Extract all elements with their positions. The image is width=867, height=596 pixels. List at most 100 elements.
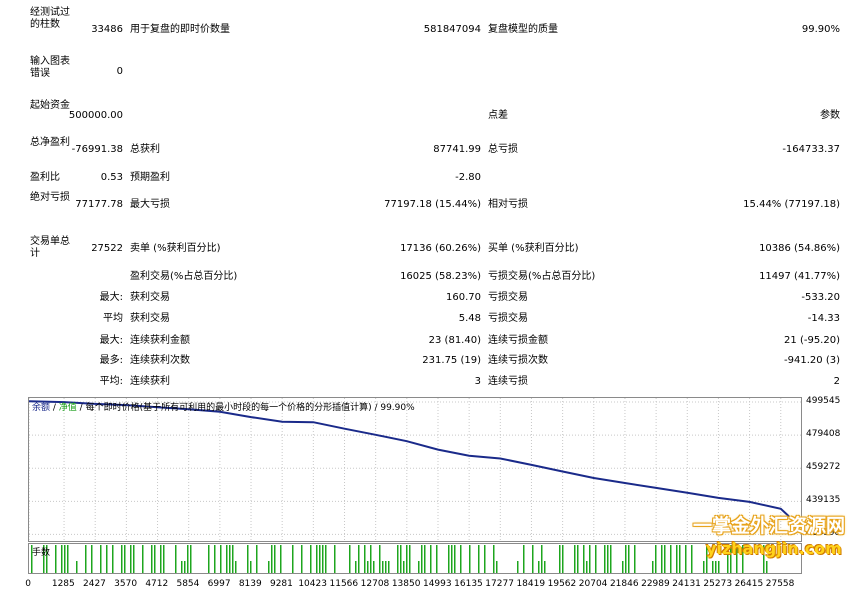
volume-bar xyxy=(232,545,234,573)
volume-bar xyxy=(397,545,399,573)
volume-bar xyxy=(334,545,336,573)
volume-bar xyxy=(151,545,153,573)
max-consecutive-wins-label: 连续获利金额 xyxy=(130,335,190,346)
volume-bar xyxy=(163,545,165,573)
relative-drawdown-label: 相对亏损 xyxy=(488,199,528,210)
volume-bar xyxy=(436,545,438,573)
volume-bar xyxy=(766,561,768,573)
balance-chart: 余额 / 净值 / 每个即时价格(基于所有可利用的最小时段的每一个价格的分形插值… xyxy=(28,397,802,542)
volume-bar xyxy=(214,545,216,573)
volume-bar xyxy=(670,545,672,573)
average-prefix: 平均 xyxy=(103,313,123,324)
volume-bar xyxy=(61,545,63,573)
volume-bar xyxy=(625,545,627,573)
volume-bar xyxy=(379,545,381,573)
volume-bar xyxy=(655,545,657,573)
volume-bar xyxy=(493,545,495,573)
average-profit-label: 获利交易 xyxy=(130,313,170,324)
quality-value: 99.90% xyxy=(801,24,840,35)
volume-bar xyxy=(469,545,471,573)
loss-trades-label: 亏损交易(%占总百分比) xyxy=(488,271,596,282)
volume-bar xyxy=(424,545,426,573)
volume-bar xyxy=(604,545,606,573)
volume-bar xyxy=(187,545,189,573)
bars-value: 33486 xyxy=(91,24,123,35)
gross-loss-label: 总亏损 xyxy=(488,144,518,155)
maximal-drawdown-label: 最大亏损 xyxy=(130,199,170,210)
ticks-label: 用于复盘的即时价数量 xyxy=(130,24,230,35)
volume-bar xyxy=(250,561,252,573)
profit-trades-label: 盈利交易(%占总百分比) xyxy=(130,271,238,282)
volume-bar xyxy=(451,545,453,573)
volume-bar xyxy=(370,545,372,573)
volume-bar xyxy=(406,545,408,573)
largest-loss-label: 亏损交易 xyxy=(488,292,528,303)
most-prefix: 最多: xyxy=(99,355,123,366)
x-tick-label: 19562 xyxy=(547,579,577,589)
mismatch-value: 0 xyxy=(116,66,123,77)
volume-bar xyxy=(595,545,597,573)
watermark-title: 一掌金外汇资源网 xyxy=(693,515,846,537)
volume-bar xyxy=(418,561,420,573)
volume-bar xyxy=(256,545,258,573)
volume-bar xyxy=(712,561,714,573)
chart-title: 余额 / 净值 / 每个即时价格(基于所有可利用的最小时段的每一个价格的分形插值… xyxy=(32,400,415,413)
x-tick-label: 10423 xyxy=(298,579,327,589)
volume-bar xyxy=(85,545,87,573)
chart-title-balance: 余额 xyxy=(32,403,51,413)
x-tick-label: 9281 xyxy=(269,579,293,589)
average-consecutive-losses-label: 连续亏损 xyxy=(488,376,528,387)
deposit-value: 500000.00 xyxy=(68,110,123,121)
loss-trades-value: 11497 (41.77%) xyxy=(759,271,840,282)
x-tick-label: 6997 xyxy=(207,579,231,589)
average-loss-label: 亏损交易 xyxy=(488,313,528,324)
volume-bar xyxy=(130,545,132,573)
average-loss-value: -14.33 xyxy=(807,313,840,324)
chart-title-separator: / xyxy=(50,403,59,413)
volume-bar xyxy=(322,545,324,573)
profit-factor-label: 盈利比 xyxy=(30,172,60,183)
long-positions-value: 10386 (54.86%) xyxy=(759,243,840,254)
volume-bar xyxy=(247,545,249,573)
largest-loss-value: -533.20 xyxy=(801,292,840,303)
volume-bar xyxy=(100,545,102,573)
x-tick-label: 12708 xyxy=(360,579,390,589)
x-tick-label: 11566 xyxy=(329,579,359,589)
max-consecutive-profit-value: 231.75 (19) xyxy=(422,355,481,366)
volume-bar xyxy=(274,545,276,573)
volume-bar xyxy=(430,545,432,573)
volume-bar xyxy=(715,561,717,573)
volume-bar xyxy=(589,545,591,573)
volume-bar xyxy=(538,561,540,573)
volume-bar xyxy=(235,561,237,573)
balance-chart-plot xyxy=(29,398,801,541)
x-tick-label: 26415 xyxy=(734,579,764,589)
x-tick-label: 1285 xyxy=(51,579,75,589)
x-tick-label: 0 xyxy=(25,579,31,589)
volume-bar xyxy=(691,545,693,573)
chart-title-equity: 净值 xyxy=(58,403,77,413)
volume-bar xyxy=(271,545,273,573)
x-tick-label: 18419 xyxy=(516,579,546,589)
volume-bar xyxy=(523,545,525,573)
volume-bar xyxy=(133,545,135,573)
maximum-prefix: 最大: xyxy=(99,335,123,346)
volume-bar xyxy=(220,545,222,573)
volume-bar xyxy=(685,545,687,573)
volume-bar xyxy=(460,545,462,573)
volume-bar xyxy=(661,545,663,573)
volume-panel: 手数 xyxy=(28,543,802,574)
absolute-drawdown-value: 77177.78 xyxy=(75,199,123,210)
volume-bar xyxy=(355,561,357,573)
volume-bar xyxy=(496,561,498,573)
volume-bar xyxy=(301,545,303,573)
volume-bar xyxy=(106,545,108,573)
volume-bar xyxy=(586,561,588,573)
total-trades-value: 27522 xyxy=(91,243,123,254)
ticks-value: 581847094 xyxy=(423,24,481,35)
y-tick-label: 479408 xyxy=(806,429,841,440)
average-consecutive-prefix: 平均: xyxy=(99,376,123,387)
short-positions-value: 17136 (60.26%) xyxy=(400,243,481,254)
volume-bar xyxy=(448,545,450,573)
y-tick-label: 499545 xyxy=(806,396,841,407)
